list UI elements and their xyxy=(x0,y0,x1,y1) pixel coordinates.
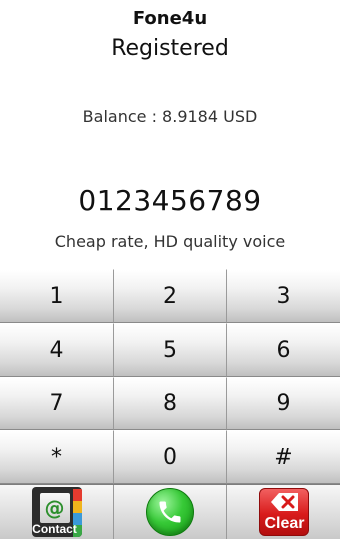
close-icon xyxy=(270,492,300,512)
key-5[interactable]: 5 xyxy=(114,323,227,377)
tagline: Cheap rate, HD quality voice xyxy=(54,232,286,251)
registration-status: Registered xyxy=(111,36,229,61)
clear-backspace-icon: Clear xyxy=(258,488,309,536)
dialed-number-display[interactable]: 0123456789 xyxy=(0,184,340,217)
clear-button[interactable]: Clear xyxy=(227,485,340,539)
key-star[interactable]: * xyxy=(0,430,114,484)
contact-book-icon: @ Contact xyxy=(31,487,82,537)
balance-label: Balance : 8.9184 USD xyxy=(82,107,258,126)
clear-button-label: Clear xyxy=(264,515,305,532)
dialer-screen: Fone4u Registered Balance : 8.9184 USD 0… xyxy=(0,0,340,539)
at-sign-icon: @ xyxy=(44,496,65,520)
key-0[interactable]: 0 xyxy=(114,430,227,484)
key-1[interactable]: 1 xyxy=(0,269,114,323)
key-9[interactable]: 9 xyxy=(227,377,340,430)
key-3[interactable]: 3 xyxy=(227,269,340,323)
key-2[interactable]: 2 xyxy=(114,269,227,323)
key-hash[interactable]: # xyxy=(227,430,340,484)
action-bar: @ Contact Clear xyxy=(0,484,340,539)
contact-button[interactable]: @ Contact xyxy=(0,485,114,539)
key-6[interactable]: 6 xyxy=(227,323,340,377)
app-title: Fone4u xyxy=(132,8,208,29)
contact-button-label: Contact xyxy=(32,522,77,536)
phone-handset-icon xyxy=(146,488,194,536)
call-button[interactable] xyxy=(114,485,227,539)
key-4[interactable]: 4 xyxy=(0,323,114,377)
key-7[interactable]: 7 xyxy=(0,377,114,430)
dial-keypad: 1 2 3 4 5 6 7 8 9 * 0 # xyxy=(0,269,340,484)
key-8[interactable]: 8 xyxy=(114,377,227,430)
